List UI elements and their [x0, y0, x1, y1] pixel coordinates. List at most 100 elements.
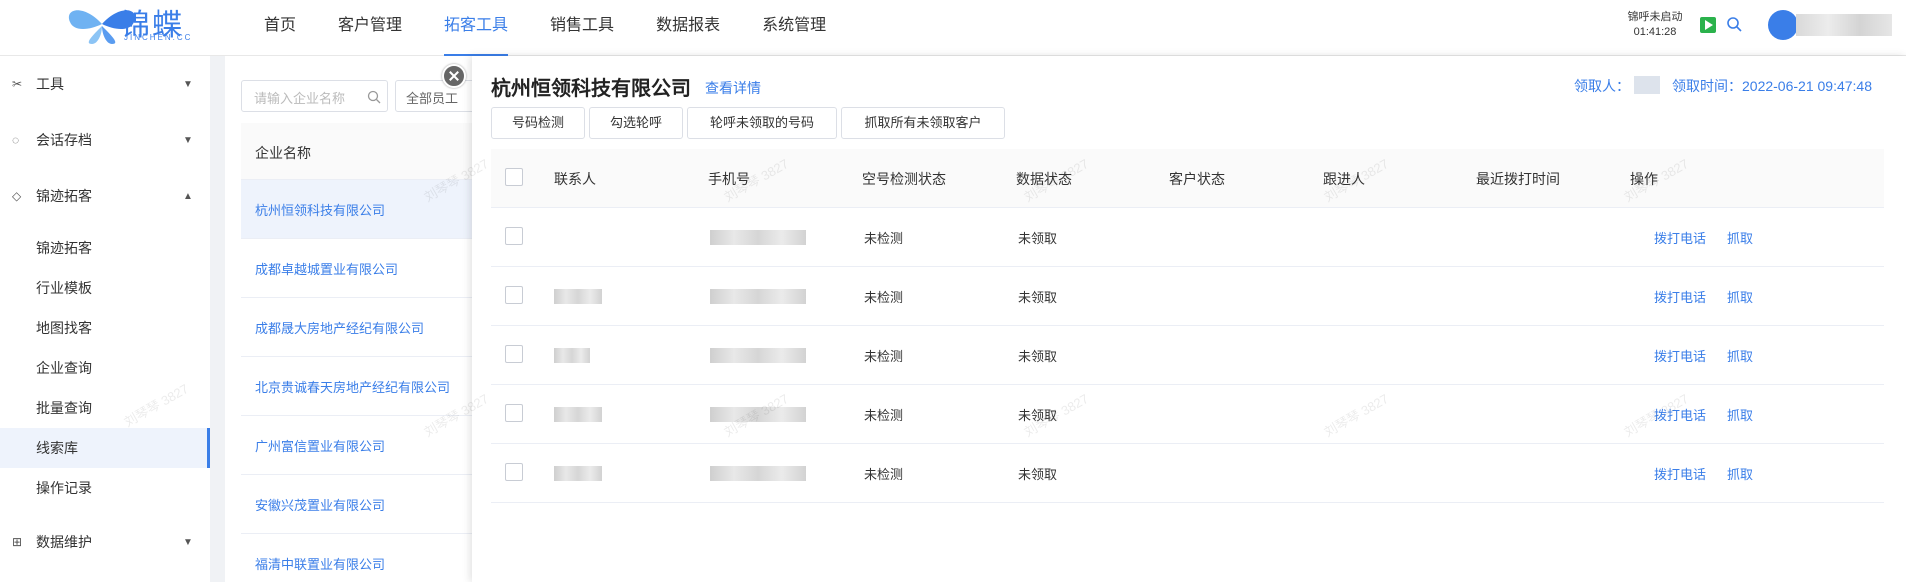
company-row[interactable]: 成都卓越城置业有限公司 — [241, 239, 475, 298]
company-name[interactable]: 福清中联置业有限公司 — [255, 554, 385, 573]
detect-status: 未检测 — [864, 408, 904, 423]
drawer-title: 杭州恒领科技有限公司 — [491, 78, 691, 100]
company-row[interactable]: 安徽兴茂置业有限公司 — [241, 475, 475, 534]
table-row: 未检测 未领取 拨打电话 抓取 — [491, 208, 1884, 267]
grid-icon: ⊞ — [12, 535, 23, 549]
company-name[interactable]: 安徽兴茂置业有限公司 — [255, 495, 385, 514]
chevron-down-icon: ▼ — [183, 536, 193, 548]
grab-link[interactable]: 抓取 — [1727, 228, 1753, 247]
company-search-input[interactable]: 请输入企业名称 — [241, 80, 388, 112]
row-checkbox[interactable] — [505, 286, 523, 304]
close-icon[interactable] — [442, 64, 466, 88]
phone-redacted — [710, 230, 806, 245]
select-all-checkbox[interactable] — [505, 168, 523, 186]
call-link[interactable]: 拨打电话 — [1654, 287, 1706, 306]
sidebar-group-jinji-prospecting[interactable]: ◇ 锦迹拓客 ▲ — [0, 168, 210, 224]
data-status: 未领取 — [1018, 231, 1058, 246]
round-call-unclaimed-button[interactable]: 轮呼未领取的号码 — [687, 107, 837, 139]
company-row[interactable]: 广州富信置业有限公司 — [241, 416, 475, 475]
company-list-header: 企业名称 — [241, 123, 475, 180]
company-name-header: 企业名称 — [255, 145, 311, 161]
nav-home[interactable]: 首页 — [264, 0, 296, 56]
dialer-status: 锦呼未启动 01:41:28 — [1620, 10, 1690, 40]
grab-all-unclaimed-button[interactable]: 抓取所有未领取客户 — [841, 107, 1005, 139]
top-navbar: 锦蝶 JINCHEN.CC 首页 客户管理 拓客工具 销售工具 数据报表 系统管… — [0, 0, 1906, 56]
company-name[interactable]: 北京贵诚春天房地产经纪有限公司 — [255, 377, 450, 396]
sidebar-group-tools[interactable]: ✂ 工具 ▼ — [0, 56, 210, 112]
contact-redacted — [554, 348, 590, 363]
call-link[interactable]: 拨打电话 — [1654, 346, 1706, 365]
search-icon[interactable] — [367, 90, 381, 104]
company-name[interactable]: 成都晟大房地产经纪有限公司 — [255, 318, 424, 337]
company-row[interactable]: 福清中联置业有限公司 — [241, 534, 475, 582]
sidebar-group-data-maintenance[interactable]: ⊞ 数据维护 ▼ — [0, 514, 210, 570]
detect-status: 未检测 — [864, 290, 904, 305]
phone-redacted — [710, 466, 806, 481]
search-placeholder: 请输入企业名称 — [254, 91, 346, 106]
nav-prospecting-tools[interactable]: 拓客工具 — [444, 0, 509, 56]
call-link[interactable]: 拨打电话 — [1654, 228, 1706, 247]
sidebar-group-label: 工具 — [36, 76, 64, 92]
col-actions: 操作 — [1630, 171, 1658, 187]
company-name[interactable]: 成都卓越城置业有限公司 — [255, 259, 398, 278]
sidebar-item-lead-library[interactable]: 线索库 — [0, 428, 210, 468]
search-icon[interactable] — [1726, 16, 1742, 32]
grab-link[interactable]: 抓取 — [1727, 346, 1753, 365]
brand-sub: JINCHEN.CC — [124, 33, 193, 42]
phone-redacted — [710, 407, 806, 422]
employee-select-value: 全部员工 — [406, 91, 459, 106]
chat-icon: ◌ — [12, 133, 20, 147]
company-name[interactable]: 杭州恒领科技有限公司 — [255, 200, 385, 219]
nav-customer-management[interactable]: 客户管理 — [338, 0, 402, 56]
sidebar-item-company-query[interactable]: 企业查询 — [0, 348, 210, 388]
detect-status: 未检测 — [864, 349, 904, 364]
sidebar-item-batch-query[interactable]: 批量查询 — [0, 388, 210, 428]
col-follower: 跟进人 — [1323, 171, 1365, 187]
view-details-link[interactable]: 查看详情 — [705, 78, 761, 98]
nav-system-management[interactable]: 系统管理 — [762, 0, 826, 56]
col-phone: 手机号 — [708, 171, 750, 187]
number-check-button[interactable]: 号码检测 — [491, 107, 585, 139]
phone-redacted — [710, 348, 806, 363]
sidebar-item-jinji-prospecting[interactable]: 锦迹拓客 — [0, 228, 210, 268]
diamond-icon: ◇ — [12, 189, 22, 203]
row-checkbox[interactable] — [505, 227, 523, 245]
avatar[interactable] — [1768, 10, 1798, 40]
claim-time: 领取时间：2022-06-21 09:47:48 — [1672, 78, 1872, 94]
play-icon[interactable] — [1700, 17, 1716, 33]
table-row: 未检测 未领取 拨打电话 抓取 — [491, 444, 1884, 503]
contacts-table-header: 联系人 手机号 空号检测状态 数据状态 客户状态 跟进人 最近拨打时间 操作 — [491, 149, 1884, 208]
data-status: 未领取 — [1018, 290, 1058, 305]
company-row[interactable]: 成都晟大房地产经纪有限公司 — [241, 298, 475, 357]
table-row: 未检测 未领取 拨打电话 抓取 — [491, 267, 1884, 326]
sidebar-item-map-search[interactable]: 地图找客 — [0, 308, 210, 348]
data-status: 未领取 — [1018, 408, 1058, 423]
col-customer-status: 客户状态 — [1169, 171, 1225, 187]
row-checkbox[interactable] — [505, 404, 523, 422]
table-row: 未检测 未领取 拨打电话 抓取 — [491, 326, 1884, 385]
sidebar-group-session-archive[interactable]: ◌ 会话存档 ▼ — [0, 112, 210, 168]
company-row[interactable]: 北京贵诚春天房地产经纪有限公司 — [241, 357, 475, 416]
company-name[interactable]: 广州富信置业有限公司 — [255, 436, 385, 455]
sidebar-group-label: 数据维护 — [36, 534, 92, 550]
grab-link[interactable]: 抓取 — [1727, 464, 1753, 483]
row-checkbox[interactable] — [505, 463, 523, 481]
contact-redacted — [554, 407, 602, 422]
sidebar-item-industry-template[interactable]: 行业模板 — [0, 268, 210, 308]
nav-sales-tools[interactable]: 销售工具 — [550, 0, 614, 56]
row-checkbox[interactable] — [505, 345, 523, 363]
nav-data-reports[interactable]: 数据报表 — [656, 0, 720, 56]
dialer-timer: 01:41:28 — [1633, 26, 1677, 38]
call-link[interactable]: 拨打电话 — [1654, 405, 1706, 424]
call-link[interactable]: 拨打电话 — [1654, 464, 1706, 483]
company-row[interactable]: 杭州恒领科技有限公司 — [241, 180, 475, 239]
user-name-redacted[interactable] — [1796, 14, 1892, 36]
sidebar-item-operation-log[interactable]: 操作记录 — [0, 468, 210, 508]
employee-select[interactable]: 全部员工 — [395, 80, 475, 112]
sidebar-group-label: 锦迹拓客 — [36, 188, 92, 204]
phone-redacted — [710, 289, 806, 304]
grab-link[interactable]: 抓取 — [1727, 405, 1753, 424]
selected-round-call-button[interactable]: 勾选轮呼 — [589, 107, 683, 139]
grab-link[interactable]: 抓取 — [1727, 287, 1753, 306]
contact-redacted — [554, 466, 602, 481]
